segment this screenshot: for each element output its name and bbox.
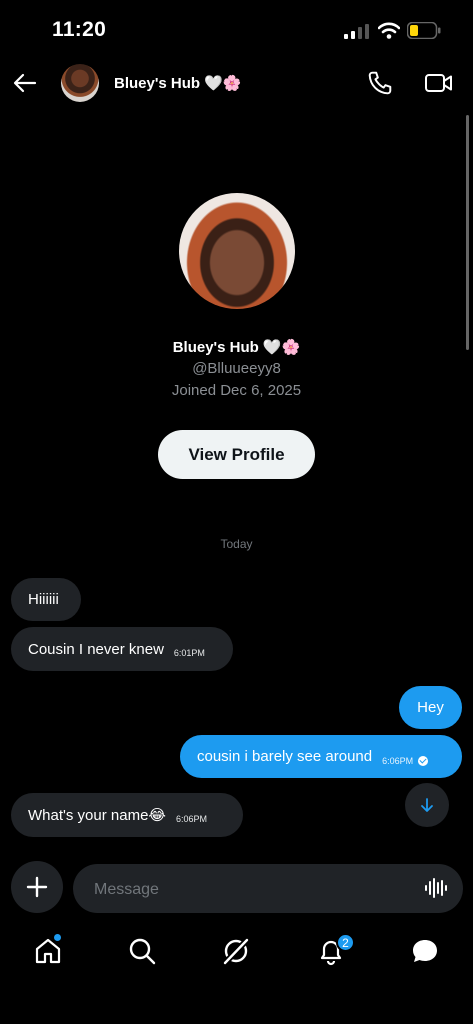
messages-icon[interactable] <box>410 936 440 966</box>
message-bubble-incoming[interactable]: What's your name😂 6:06PM <box>11 793 243 837</box>
profile-joined-date: Joined Dec 6, 2025 <box>171 382 302 399</box>
scroll-to-bottom-button[interactable] <box>405 783 449 827</box>
message-bubble-outgoing[interactable]: cousin i barely see around 6:06PM <box>180 735 462 778</box>
message-bubble-incoming[interactable]: Hiiiiii <box>11 578 81 621</box>
battery-icon <box>407 22 441 39</box>
grok-icon[interactable] <box>221 936 251 966</box>
message-text: Hiiiiii <box>28 591 59 608</box>
profile-handle: @Blluueeyy8 <box>192 360 281 377</box>
view-profile-button[interactable]: View Profile <box>158 430 315 479</box>
wifi-icon <box>378 22 400 39</box>
message-text: What's your name😂 <box>28 807 166 824</box>
read-receipt-check-icon <box>418 755 429 766</box>
date-divider: Today <box>220 537 253 551</box>
scrollbar[interactable] <box>466 115 469 350</box>
voice-message-icon[interactable] <box>424 876 448 900</box>
message-text: cousin i barely see around <box>197 748 373 765</box>
search-icon[interactable] <box>127 936 157 966</box>
profile-name: Bluey's Hub 🤍🌸 <box>172 339 301 356</box>
arrow-down-icon <box>421 798 433 812</box>
plus-icon <box>26 876 48 898</box>
back-arrow-icon[interactable] <box>12 70 38 96</box>
message-bubble-outgoing[interactable]: Hey <box>399 686 462 729</box>
message-bubble-incoming[interactable]: Cousin I never knew 6:01PM <box>11 627 233 671</box>
notifications-badge: 2 <box>336 933 355 952</box>
message-input[interactable] <box>92 864 416 915</box>
message-text: Cousin I never knew <box>28 640 164 658</box>
message-text: Hey <box>417 699 444 716</box>
add-attachment-button[interactable] <box>11 861 63 913</box>
message-timestamp: 6:06PM <box>175 814 207 824</box>
message-timestamp: 6:01PM <box>173 648 205 658</box>
phone-call-icon[interactable] <box>367 70 393 96</box>
home-unread-dot <box>54 934 61 941</box>
profile-avatar[interactable] <box>179 193 295 309</box>
cellular-signal-icon <box>344 24 370 39</box>
video-call-icon[interactable] <box>424 70 454 96</box>
header-avatar[interactable] <box>61 64 99 102</box>
message-timestamp: 6:06PM <box>382 755 414 766</box>
header-conversation-name[interactable]: Bluey's Hub 🤍🌸 <box>114 74 242 92</box>
message-composer[interactable] <box>73 864 463 915</box>
status-time: 11:20 <box>52 18 107 41</box>
